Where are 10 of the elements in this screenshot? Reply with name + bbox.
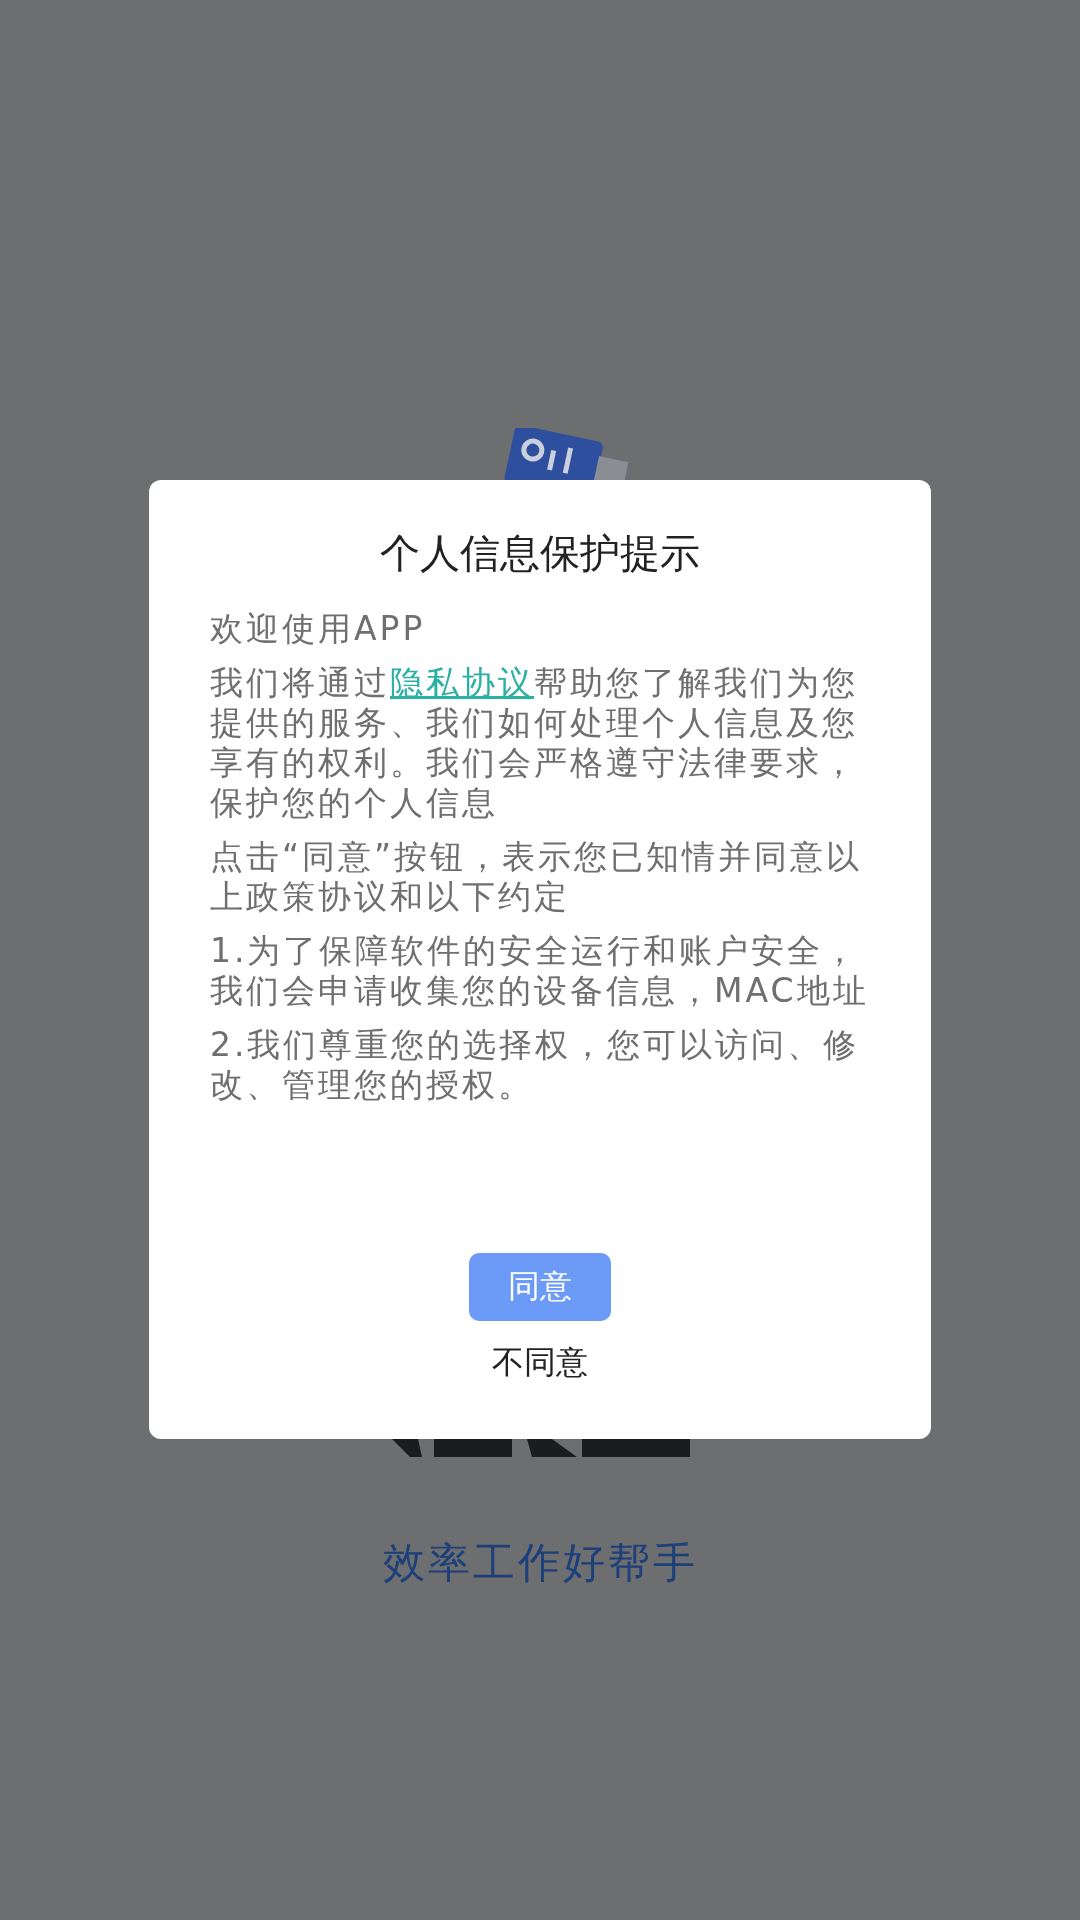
policy-paragraph: 欢迎使用APP xyxy=(210,609,427,649)
agree-button[interactable]: 同意 xyxy=(469,1253,611,1321)
policy-paragraph: 我们将通过隐私协议帮助您了解我们为您提供的服务、我们如何处理个人信息及您享有的权利。我们会严格遵守法律要求，保护您的个人信息 xyxy=(210,663,859,823)
dialog-title: 个人信息保护提示 xyxy=(379,529,701,578)
policy-paragraph: 1.为了保障软件的安全运行和账户安全，我们会申请收集您的设备信息，MAC地址 xyxy=(210,931,870,1011)
policy-paragraph: 点击“同意”按钮，表示您已知情并同意以上政策协议和以下约定 xyxy=(210,837,864,917)
app-tagline: 效率工作好帮手 xyxy=(381,1537,699,1589)
disagree-button[interactable]: 不同意 xyxy=(484,1337,596,1389)
privacy-policy-link[interactable]: 隐私协议 xyxy=(390,663,534,702)
policy-paragraph: 2.我们尊重您的选择权，您可以访问、修改、管理您的授权。 xyxy=(210,1025,861,1105)
